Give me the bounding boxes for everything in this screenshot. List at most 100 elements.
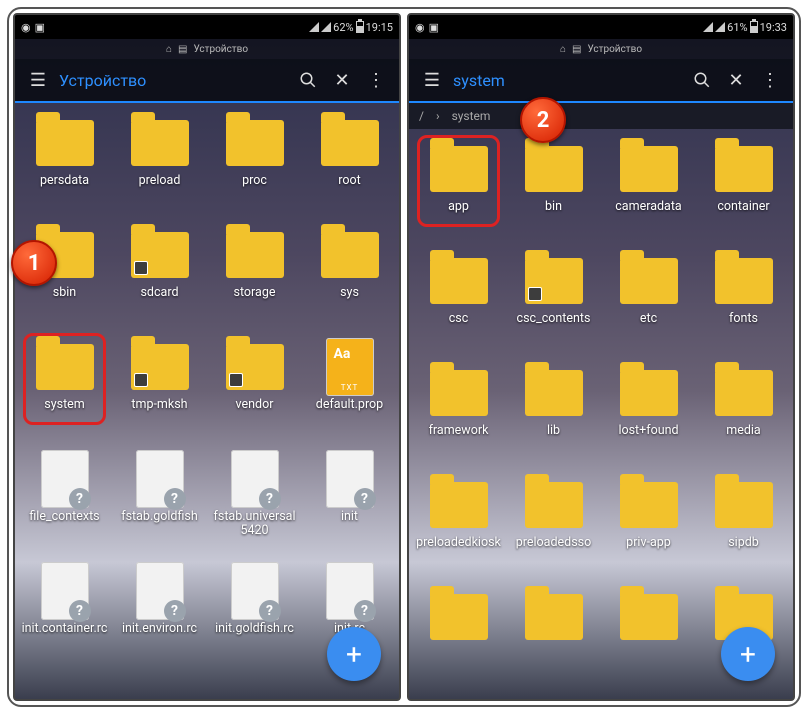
spotify-icon: ◉ — [415, 21, 425, 34]
item-label: csc_contents — [517, 312, 591, 326]
path-title[interactable]: Устройство — [55, 71, 291, 90]
phone-left: ◉ ▣ 62% 19:15 ⌂ ▤ Устройство ☰ Устройств… — [13, 13, 401, 701]
folder-item[interactable]: preloadedkiosk — [411, 471, 506, 579]
toolbar: ☰ system ✕ ⋮ — [409, 59, 793, 103]
item-label: vendor — [236, 398, 274, 412]
folder-item[interactable]: priv-app — [601, 471, 696, 579]
item-label: file_contexts — [29, 510, 99, 524]
folder-icon — [522, 365, 586, 421]
file-item[interactable]: default.prop — [302, 333, 397, 441]
folder-item[interactable]: vendor — [207, 333, 302, 441]
file-item[interactable]: fstab.goldfish — [112, 445, 207, 553]
folder-icon — [427, 477, 491, 533]
item-label: bin — [545, 200, 562, 214]
menu-list-icon[interactable]: ☰ — [21, 70, 55, 91]
folder-icon — [617, 253, 681, 309]
folder-item[interactable]: tmp-mksh — [112, 333, 207, 441]
folder-item[interactable]: root — [302, 109, 397, 217]
folder-item[interactable]: preload — [112, 109, 207, 217]
file-grid[interactable]: app bin cameradatacontainer csc csc_contents… — [409, 129, 793, 699]
file-item[interactable]: fstab.universal5420 — [207, 445, 302, 553]
folder-item[interactable]: storage — [207, 221, 302, 329]
battery-percent: 61% — [727, 21, 747, 34]
folder-item[interactable] — [411, 583, 506, 691]
folder-item[interactable]: csc_contents — [506, 247, 601, 355]
file-icon — [318, 451, 382, 507]
breadcrumb[interactable]: / › system — [409, 103, 793, 129]
folder-icon — [128, 227, 192, 283]
item-label: sdcard — [140, 286, 178, 300]
file-grid[interactable]: persdatapreloadprocroot sbin sdcard storage… — [15, 103, 399, 699]
signal-icon-2 — [321, 22, 331, 32]
status-bar: ◉ ▣ 61% 19:33 — [409, 15, 793, 39]
folder-item[interactable]: container — [696, 135, 791, 243]
fab-add-button[interactable]: + — [721, 627, 775, 681]
folder-item[interactable]: preloadedsso — [506, 471, 601, 579]
folder-icon — [223, 227, 287, 283]
folder-icon — [617, 141, 681, 197]
file-item[interactable]: init.container.rc — [17, 557, 112, 665]
item-label: sbin — [53, 286, 76, 300]
path-title[interactable]: system — [449, 71, 685, 90]
item-label: init.goldfish.rc — [215, 622, 294, 636]
spotify-icon: ◉ — [21, 21, 31, 34]
folder-item[interactable]: bin — [506, 135, 601, 243]
crumb-system[interactable]: system — [452, 109, 491, 123]
close-icon[interactable]: ✕ — [325, 70, 359, 91]
battery-percent: 62% — [333, 21, 353, 34]
folder-item[interactable]: sdcard — [112, 221, 207, 329]
item-label: init — [341, 510, 358, 524]
folder-item[interactable]: etc — [601, 247, 696, 355]
crumb-root[interactable]: / — [419, 109, 424, 123]
item-label: framework — [429, 424, 489, 438]
folder-icon — [128, 115, 192, 171]
fab-add-button[interactable]: + — [327, 627, 381, 681]
folder-item[interactable] — [506, 583, 601, 691]
callout-1: 1 — [11, 240, 57, 286]
more-icon[interactable]: ⋮ — [753, 70, 787, 91]
signal-icon — [309, 22, 319, 32]
folder-item[interactable] — [601, 583, 696, 691]
folder-item[interactable]: cameradata — [601, 135, 696, 243]
file-icon — [128, 451, 192, 507]
folder-item[interactable]: proc — [207, 109, 302, 217]
item-label: tmp-mksh — [131, 398, 187, 412]
folder-icon — [522, 477, 586, 533]
folder-item[interactable]: system — [17, 333, 112, 441]
folder-item[interactable]: media — [696, 359, 791, 467]
folder-item[interactable]: lib — [506, 359, 601, 467]
folder-item[interactable]: csc — [411, 247, 506, 355]
file-icon — [128, 563, 192, 619]
search-icon[interactable] — [685, 71, 719, 89]
search-icon[interactable] — [291, 71, 325, 89]
folder-icon — [427, 589, 491, 645]
folder-item[interactable]: fonts — [696, 247, 791, 355]
item-label: csc — [449, 312, 469, 326]
battery-icon — [356, 21, 364, 33]
close-icon[interactable]: ✕ — [719, 70, 753, 91]
folder-icon — [318, 115, 382, 171]
more-icon[interactable]: ⋮ — [359, 70, 393, 91]
folder-icon — [223, 115, 287, 171]
file-item[interactable]: init.goldfish.rc — [207, 557, 302, 665]
folder-item[interactable]: framework — [411, 359, 506, 467]
item-label: priv-app — [626, 536, 671, 550]
home-icon: ⌂ — [560, 44, 566, 55]
file-item[interactable]: file_contexts — [17, 445, 112, 553]
clock: 19:15 — [366, 21, 393, 34]
menu-list-icon[interactable]: ☰ — [415, 70, 449, 91]
folder-item[interactable]: app — [411, 135, 506, 243]
device-icon: ▤ — [572, 44, 581, 55]
file-item[interactable]: init — [302, 445, 397, 553]
item-label: sipdb — [728, 536, 759, 550]
item-label: fstab.universal5420 — [211, 510, 299, 539]
folder-item[interactable]: sys — [302, 221, 397, 329]
notification-icon: ▣ — [35, 21, 45, 34]
item-label: app — [448, 200, 469, 214]
folder-item[interactable]: persdata — [17, 109, 112, 217]
item-label: etc — [640, 312, 657, 326]
file-item[interactable]: init.environ.rc — [112, 557, 207, 665]
folder-icon — [617, 477, 681, 533]
folder-item[interactable]: lost+found — [601, 359, 696, 467]
folder-item[interactable]: sipdb — [696, 471, 791, 579]
